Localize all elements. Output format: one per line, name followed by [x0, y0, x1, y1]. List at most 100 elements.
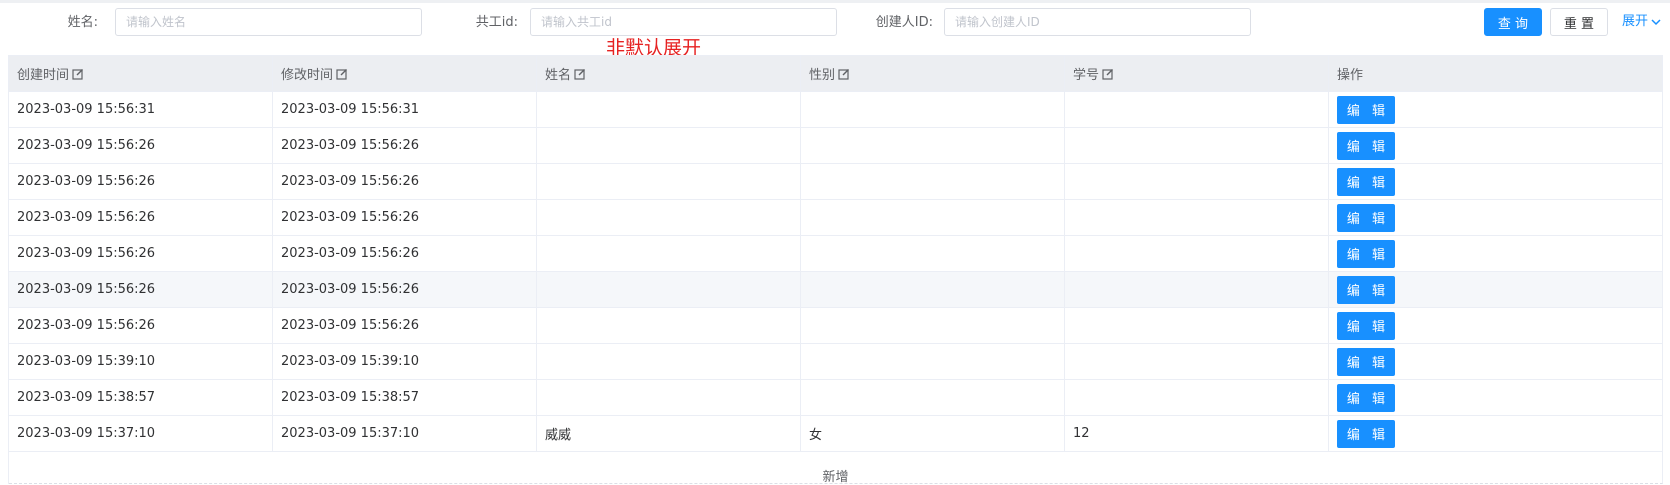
edit-square-icon: [838, 68, 850, 80]
header-label: 创建时间: [17, 68, 70, 83]
table-row: 2023-03-09 15:56:26 2023-03-09 15:56:26 编 …: [9, 200, 1663, 236]
cell-gender: [801, 92, 1065, 127]
cell-gender: [801, 380, 1065, 415]
header-name: 姓名: [537, 56, 801, 91]
cell-student-no: [1065, 128, 1329, 163]
edit-square-icon: [72, 68, 84, 80]
cell-actions: 编 辑: [1329, 344, 1663, 379]
table-body: 2023-03-09 15:56:31 2023-03-09 15:56:31 编 …: [9, 92, 1663, 452]
creator-id-input[interactable]: [944, 8, 1251, 36]
table-row: 2023-03-09 15:39:10 2023-03-09 15:39:10 编 …: [9, 344, 1663, 380]
cell-modified: 2023-03-09 15:56:26: [273, 200, 537, 235]
cell-name: [537, 380, 801, 415]
cell-actions: 编 辑: [1329, 236, 1663, 271]
edit-button[interactable]: 编 辑: [1337, 131, 1395, 160]
data-table: 创建时间 修改时间 姓名 性别 学号 操作 2023-03-09 15:56:3…: [8, 55, 1663, 485]
table-header: 创建时间 修改时间 姓名 性别 学号 操作: [9, 56, 1663, 92]
cell-actions: 编 辑: [1329, 416, 1663, 451]
expand-toggle[interactable]: 展开: [1622, 8, 1662, 36]
edit-square-icon: [574, 68, 586, 80]
expand-label: 展开: [1622, 14, 1649, 29]
cell-created: 2023-03-09 15:56:26: [9, 308, 273, 343]
header-label: 修改时间: [281, 68, 334, 83]
edit-button[interactable]: 编 辑: [1337, 419, 1395, 448]
cell-student-no: [1065, 200, 1329, 235]
cell-created: 2023-03-09 15:56:26: [9, 236, 273, 271]
cell-modified: 2023-03-09 15:56:31: [273, 92, 537, 127]
cell-created: 2023-03-09 15:39:10: [9, 344, 273, 379]
edit-button[interactable]: 编 辑: [1337, 347, 1395, 376]
cell-actions: 编 辑: [1329, 272, 1663, 307]
cell-actions: 编 辑: [1329, 380, 1663, 415]
cell-actions: 编 辑: [1329, 308, 1663, 343]
edit-square-icon: [1102, 68, 1114, 80]
cell-modified: 2023-03-09 15:56:26: [273, 272, 537, 307]
cell-name: [537, 236, 801, 271]
cell-student-no: 12: [1065, 416, 1329, 451]
query-button[interactable]: 查 询: [1484, 8, 1542, 36]
header-label: 性别: [809, 68, 836, 83]
table-row: 2023-03-09 15:56:26 2023-03-09 15:56:26 编 …: [9, 164, 1663, 200]
employee-id-label: 共工id:: [475, 15, 518, 30]
add-row-button[interactable]: 新增: [9, 452, 1663, 485]
header-created: 创建时间: [9, 56, 273, 91]
top-divider: [0, 0, 1670, 3]
header-label: 姓名: [545, 68, 572, 83]
edit-button[interactable]: 编 辑: [1337, 275, 1395, 304]
table-row: 2023-03-09 15:37:10 2023-03-09 15:37:10 威威…: [9, 416, 1663, 452]
header-gender: 性别: [801, 56, 1065, 91]
cell-name: [537, 272, 801, 307]
cell-modified: 2023-03-09 15:38:57: [273, 380, 537, 415]
cell-name: 威威: [537, 416, 801, 451]
cell-modified: 2023-03-09 15:56:26: [273, 128, 537, 163]
table-row: 2023-03-09 15:56:26 2023-03-09 15:56:26 编 …: [9, 272, 1663, 308]
cell-created: 2023-03-09 15:56:26: [9, 272, 273, 307]
cell-actions: 编 辑: [1329, 92, 1663, 127]
cell-actions: 编 辑: [1329, 164, 1663, 199]
cell-gender: [801, 200, 1065, 235]
cell-created: 2023-03-09 15:56:26: [9, 200, 273, 235]
cell-modified: 2023-03-09 15:37:10: [273, 416, 537, 451]
employee-id-input[interactable]: [530, 8, 837, 36]
cell-name: [537, 164, 801, 199]
creator-id-label: 创建人ID:: [875, 15, 933, 30]
edit-button[interactable]: 编 辑: [1337, 383, 1395, 412]
edit-button[interactable]: 编 辑: [1337, 167, 1395, 196]
cell-created: 2023-03-09 15:56:26: [9, 164, 273, 199]
edit-button[interactable]: 编 辑: [1337, 311, 1395, 340]
table-row: 2023-03-09 15:56:26 2023-03-09 15:56:26 编 …: [9, 236, 1663, 272]
edit-square-icon: [336, 68, 348, 80]
name-input[interactable]: [115, 8, 422, 36]
cell-created: 2023-03-09 15:37:10: [9, 416, 273, 451]
cell-name: [537, 344, 801, 379]
cell-student-no: [1065, 380, 1329, 415]
table-row: 2023-03-09 15:56:31 2023-03-09 15:56:31 编 …: [9, 92, 1663, 128]
cell-created: 2023-03-09 15:56:31: [9, 92, 273, 127]
cell-name: [537, 308, 801, 343]
cell-name: [537, 200, 801, 235]
cell-created: 2023-03-09 15:38:57: [9, 380, 273, 415]
cell-student-no: [1065, 272, 1329, 307]
cell-name: [537, 128, 801, 163]
edit-button[interactable]: 编 辑: [1337, 95, 1395, 124]
reset-button[interactable]: 重 置: [1550, 8, 1608, 36]
header-actions: 操作: [1329, 56, 1663, 91]
cell-student-no: [1065, 236, 1329, 271]
name-label: 姓名:: [67, 15, 98, 30]
table-row: 2023-03-09 15:38:57 2023-03-09 15:38:57 编 …: [9, 380, 1663, 416]
cell-name: [537, 92, 801, 127]
cell-gender: 女: [801, 416, 1065, 451]
cell-student-no: [1065, 308, 1329, 343]
cell-actions: 编 辑: [1329, 200, 1663, 235]
cell-actions: 编 辑: [1329, 128, 1663, 163]
header-student-no: 学号: [1065, 56, 1329, 91]
cell-modified: 2023-03-09 15:56:26: [273, 236, 537, 271]
cell-gender: [801, 344, 1065, 379]
edit-button[interactable]: 编 辑: [1337, 239, 1395, 268]
edit-button[interactable]: 编 辑: [1337, 203, 1395, 232]
cell-gender: [801, 272, 1065, 307]
search-form: 姓名: 共工id: 创建人ID: 查 询 重 置 展开: [0, 8, 1670, 38]
chevron-down-icon: [1651, 19, 1661, 26]
cell-modified: 2023-03-09 15:56:26: [273, 164, 537, 199]
cell-gender: [801, 164, 1065, 199]
